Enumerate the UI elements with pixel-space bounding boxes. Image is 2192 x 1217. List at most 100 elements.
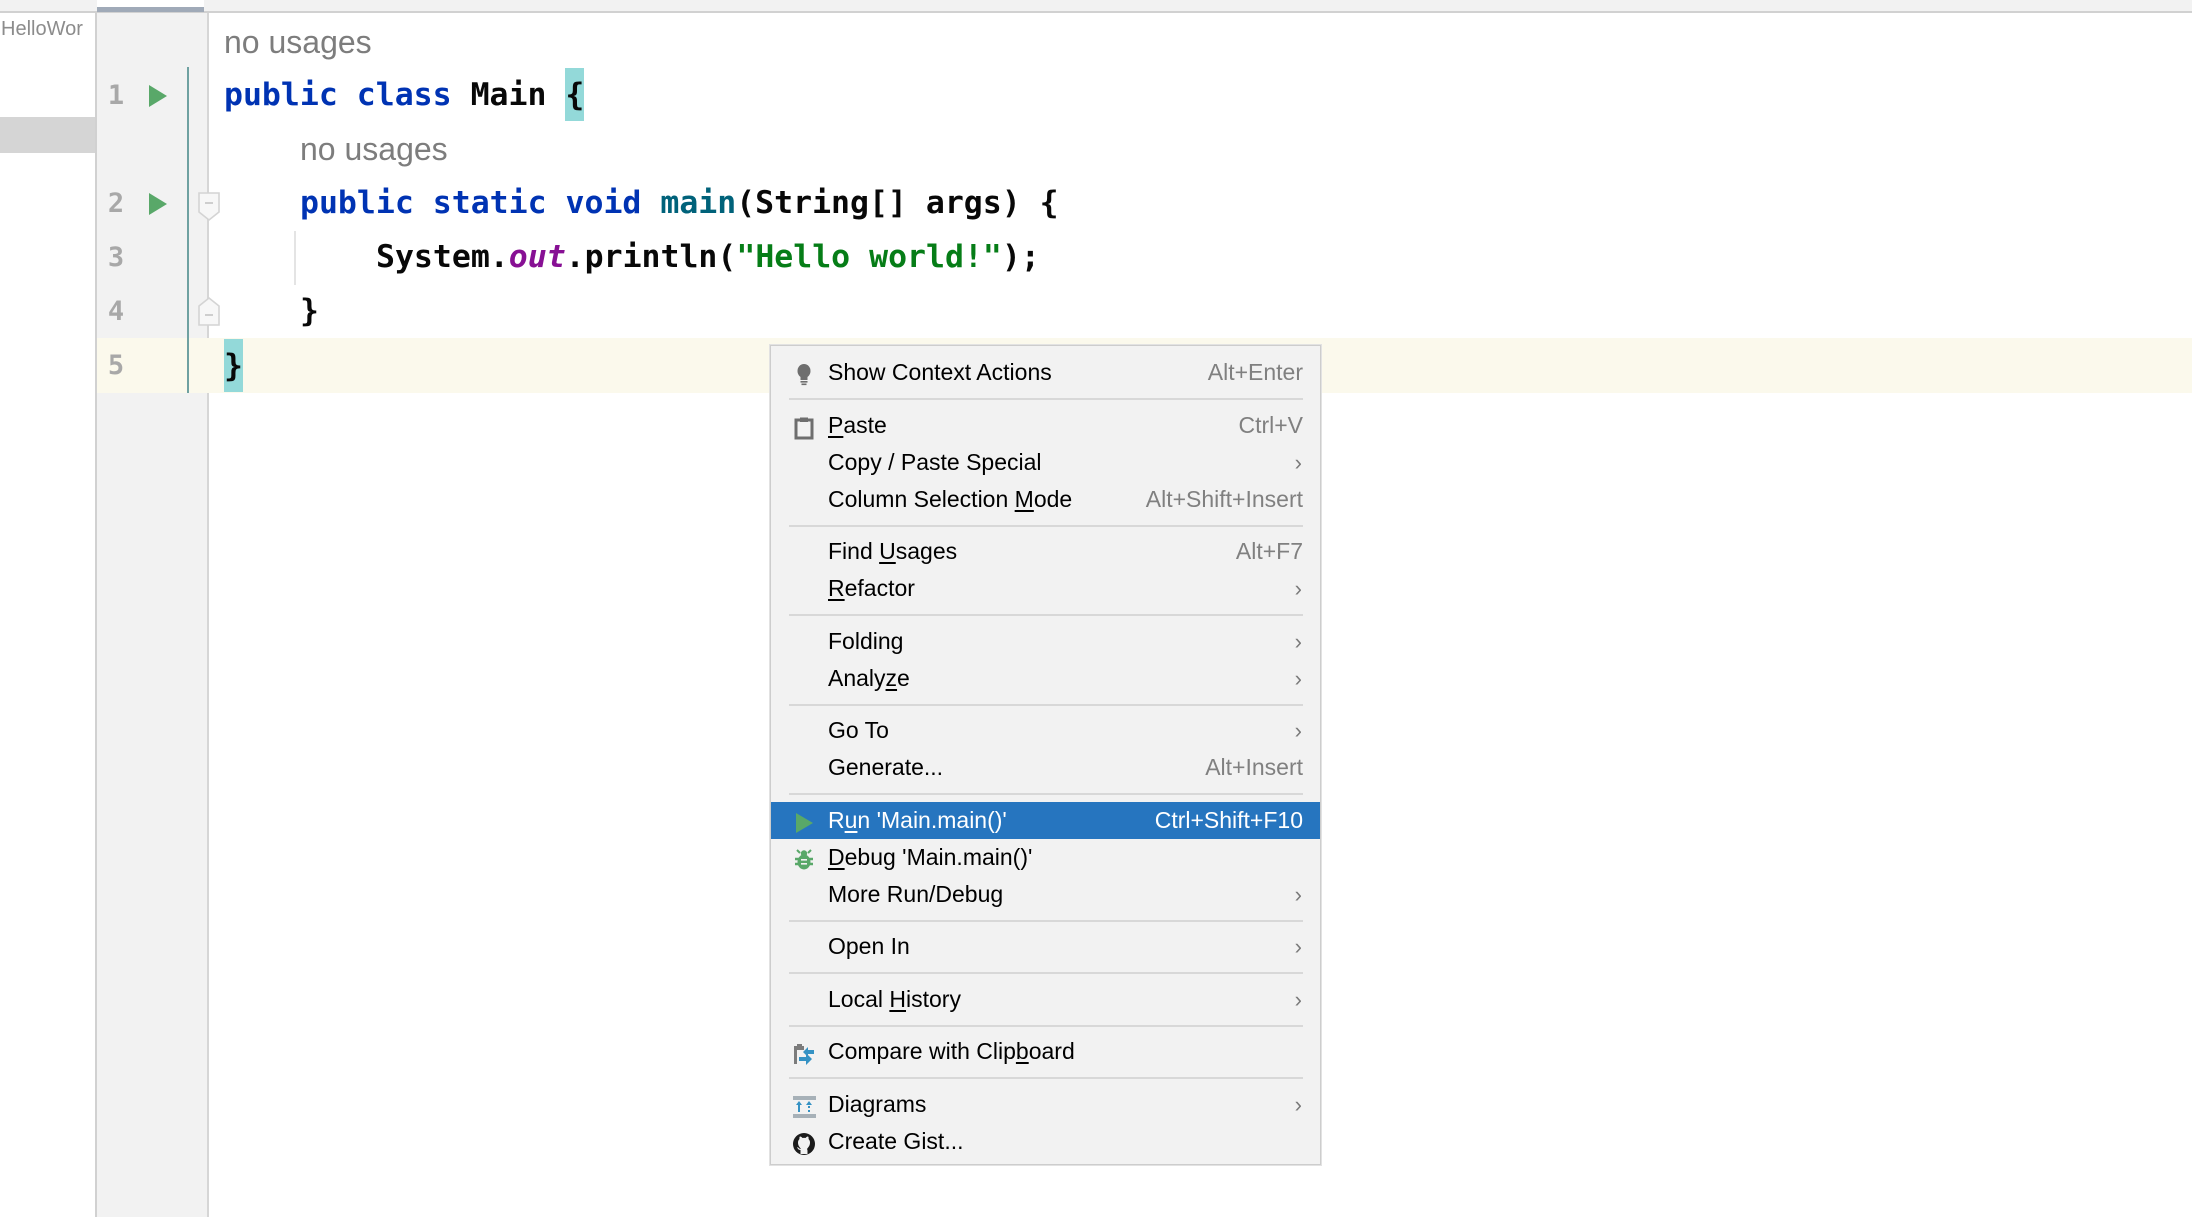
statement-end: ); [1001,239,1040,275]
menu-item-label: Folding [828,627,904,654]
menu-separator [771,607,1320,623]
code-line-2[interactable]: public static void main(String[] args) { [300,176,1059,230]
menu-item-folding[interactable]: Folding › [771,623,1320,660]
vcs-change-marker[interactable] [187,67,189,393]
static-field: out [508,239,566,275]
menu-item-label: Open In [828,933,910,959]
menu-item-refactor[interactable]: Refactor › [771,570,1320,607]
menu-item-column-selection-mode[interactable]: Column Selection Mode Alt+Shift+Insert [771,481,1320,518]
menu-item-paste[interactable]: Paste Ctrl+V [771,407,1320,444]
menu-separator [771,913,1320,929]
menu-item-label: Column Selection Mode [828,485,1073,512]
debug-bug-icon [792,846,816,870]
menu-item-open-in[interactable]: Open In › [771,928,1320,965]
menu-item-show-context-actions[interactable]: Show Context Actions Alt+Enter [771,354,1320,391]
usages-inlay-hint[interactable]: no usages [224,15,372,69]
lightbulb-icon [792,361,816,386]
code-line-1[interactable]: public class Main { [224,68,585,122]
menu-item-create-gist[interactable]: Create Gist... [771,1123,1320,1160]
keyword: void [565,185,642,221]
menu-item-find-usages[interactable]: Find Usages Alt+F7 [771,533,1320,570]
menu-item-label: Generate... [828,754,944,780]
submenu-chevron-icon: › [1294,986,1302,1012]
menu-item-copy-paste-special[interactable]: Copy / Paste Special › [771,444,1320,481]
menu-item-shortcut: Alt+Shift+Insert [1145,485,1303,512]
menu-item-shortcut: Ctrl+V [1238,411,1303,438]
usages-inlay-hint[interactable]: no usages [300,122,448,176]
receiver: System. [376,239,509,275]
github-icon [792,1130,816,1155]
project-tree-selected-row[interactable] [0,117,95,153]
closing-brace: } [300,293,319,329]
project-panel: HelloWor [0,13,97,1217]
menu-separator [771,786,1320,802]
line-number: 3 [107,242,125,273]
menu-item-label: Find Usages [828,538,958,564]
menu-item-label: Compare with Clipboard [828,1038,1075,1064]
menu-item-label: Create Gist... [828,1127,964,1154]
menu-separator [771,1018,1320,1034]
run-gutter-icon[interactable] [148,84,168,108]
menu-separator [771,518,1320,534]
line-number: 1 [107,80,125,111]
submenu-chevron-icon: › [1294,665,1302,691]
keyword: public [224,77,338,113]
submenu-chevron-icon: › [1294,881,1302,907]
code-line-3[interactable]: System.out.println("Hello world!"); [376,230,1040,284]
menu-item-shortcut: Alt+Insert [1205,754,1303,780]
menu-item-label: Analyze [828,664,910,691]
indent-guide [294,231,296,285]
method-call: .println( [565,239,737,275]
keyword: class [356,77,452,113]
menu-item-go-to[interactable]: Go To › [771,712,1320,749]
diagrams-icon [792,1093,816,1118]
submenu-chevron-icon: › [1294,576,1302,601]
editor-tab-active[interactable] [97,0,204,12]
menu-item-analyze[interactable]: Analyze › [771,660,1320,697]
keyword: static [432,185,547,221]
menu-item-run-main[interactable]: Run 'Main.main()' Ctrl+Shift+F10 [771,801,1320,839]
menu-item-label: Local History [828,985,961,1012]
menu-item-label: Paste [828,411,887,438]
compare-clipboard-icon [792,1040,816,1065]
menu-item-shortcut: Ctrl+Shift+F10 [1154,806,1303,833]
clipboard-icon [792,414,816,439]
menu-item-shortcut: Alt+F7 [1235,538,1303,564]
menu-item-debug-main[interactable]: Debug 'Main.main()' [771,839,1320,876]
code-line-5[interactable]: } [224,339,243,393]
menu-item-label: Debug 'Main.main()' [828,843,1033,870]
menu-item-more-run-debug[interactable]: More Run/Debug › [771,876,1320,913]
menu-item-label: Refactor [828,575,915,601]
editor-context-menu: Show Context Actions Alt+Enter Paste Ctr… [770,345,1321,1165]
code-line-4[interactable]: } [300,284,319,338]
menu-item-label: Run 'Main.main()' [828,806,1007,833]
menu-item-local-history[interactable]: Local History › [771,981,1320,1018]
menu-item-generate[interactable]: Generate... Alt+Insert [771,749,1320,786]
run-icon [792,809,816,833]
menu-item-diagrams[interactable]: Diagrams › [771,1086,1320,1123]
editor-tab-bar [0,0,2192,13]
menu-item-shortcut: Alt+Enter [1207,359,1303,385]
submenu-chevron-icon: › [1294,1091,1302,1117]
class-name: Main [470,77,547,113]
menu-item-compare-with-clipboard[interactable]: Compare with Clipboard [771,1033,1320,1070]
menu-item-label: Go To [828,717,889,743]
project-tree-node[interactable]: HelloWor [1,18,83,41]
string-literal: "Hello world!" [736,239,1002,275]
menu-separator [771,697,1320,713]
menu-separator [771,965,1320,981]
run-gutter-icon[interactable] [148,192,168,216]
menu-item-label: More Run/Debug [828,880,1004,907]
menu-separator [771,391,1320,407]
line-number: 2 [107,188,125,219]
matched-brace: { [565,68,585,121]
menu-item-label: Show Context Actions [828,359,1052,385]
submenu-chevron-icon: › [1294,449,1302,475]
menu-item-label: Copy / Paste Special [828,448,1042,475]
line-number: 5 [107,350,125,381]
fold-collapse-icon[interactable] [197,192,221,222]
line-number: 4 [107,296,125,327]
submenu-chevron-icon: › [1294,934,1302,959]
fold-end-icon[interactable] [197,296,221,326]
menu-item-label: Diagrams [828,1090,927,1117]
